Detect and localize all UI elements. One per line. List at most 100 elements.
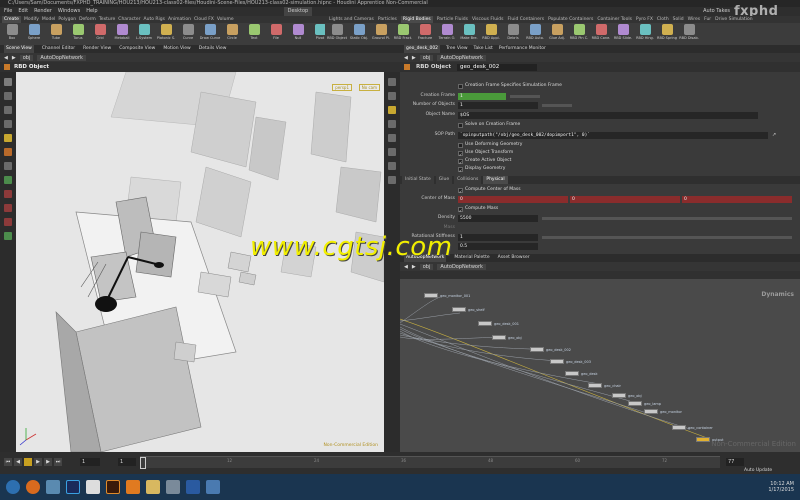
rot-stiffness-slider[interactable] [542, 235, 792, 239]
folder-icon[interactable] [146, 480, 160, 494]
snap-tool-icon[interactable] [4, 190, 12, 198]
wireframe-icon[interactable] [388, 120, 396, 128]
tab-param-node[interactable]: geo_desk_002 [404, 45, 441, 53]
com-z-field[interactable]: 0 [682, 195, 792, 203]
rbd-tool-3[interactable]: RBD Fract. [393, 24, 413, 44]
tab-performance-monitor[interactable]: Performance Monitor [499, 45, 546, 53]
network-node[interactable]: geo_container [672, 425, 713, 430]
auto-update-toggle[interactable]: Auto Update [744, 468, 772, 473]
param-forward-arrow-icon[interactable]: ▶ [412, 55, 416, 61]
shelf-tab-wires[interactable]: Wires [688, 16, 700, 23]
network-node[interactable]: geo_shelf [452, 307, 485, 312]
tab-details-view[interactable]: Details View [199, 45, 227, 53]
sop-path-field[interactable]: `opinputpath("/obj/geo_desk_002/dopimpor… [458, 131, 768, 139]
param-path-obj[interactable]: obj [419, 54, 434, 61]
curve-snap-icon[interactable] [4, 232, 12, 240]
rbd-tool-5[interactable]: Terrain O. [437, 24, 457, 44]
app-icon[interactable] [166, 480, 180, 494]
shelf-tab-pyro[interactable]: Pyro FX [636, 16, 653, 23]
menu-help[interactable]: Help [86, 7, 97, 16]
display-geometry-toggle[interactable]: ✓ Display Geometry [458, 165, 505, 173]
jump-start-icon[interactable]: ⏮ [4, 458, 12, 466]
lighting-icon[interactable] [388, 106, 396, 114]
tab-composite-view[interactable]: Composite View [119, 45, 155, 53]
tab-channel-editor[interactable]: Channel Editor [42, 45, 75, 53]
rbd-tool-1[interactable]: Static Obj. [349, 24, 369, 44]
shelf-tab-cloud-fx[interactable]: Cloud FX [194, 16, 214, 23]
end-frame-field[interactable]: 77 [726, 458, 744, 466]
subtab-physical[interactable]: Physical [483, 176, 508, 184]
rbd-tool-11[interactable]: RBD Pin C. [569, 24, 589, 44]
create-tool-9[interactable]: Draw Curve [200, 24, 220, 44]
desktop-selector[interactable]: Desktop [283, 7, 313, 16]
menu-render[interactable]: Render [34, 7, 52, 16]
node-name-field[interactable]: geo_desk_002 [457, 63, 538, 71]
rbd-tool-7[interactable]: RBD Appl. [481, 24, 501, 44]
use-deforming-toggle[interactable]: Use Deforming Geometry [458, 141, 522, 149]
start-frame-field[interactable]: 1 [118, 458, 136, 466]
network-node[interactable]: geo_monitor [644, 409, 682, 414]
subtab-collisions[interactable]: Collisions [454, 176, 482, 184]
num-objects-slider[interactable] [542, 103, 572, 107]
param-path-autodopnetwork[interactable]: AutoDopNetwork [437, 54, 486, 61]
timeline-track[interactable]: 12 24 36 48 60 72 [140, 456, 720, 469]
rot-stiffness-field[interactable]: 1 [458, 233, 538, 241]
network-node[interactable]: geo_desk_002 [530, 347, 571, 352]
shelf-tab-particle-fluids[interactable]: Particle Fluids [437, 16, 468, 23]
view-tool-icon[interactable] [4, 162, 12, 170]
create-tool-6[interactable]: L-System [134, 24, 154, 44]
shelf-tab-fur[interactable]: Fur [704, 16, 711, 23]
subtab-glue[interactable]: Glue [435, 176, 453, 184]
shelf-tab-solid[interactable]: Solid [673, 16, 684, 23]
shelf-tab-create[interactable]: Create [2, 16, 21, 23]
move-tool-icon[interactable] [4, 92, 12, 100]
com-x-field[interactable]: 0 [458, 195, 568, 203]
shelf-tab-model[interactable]: Model [42, 16, 56, 23]
num-objects-field[interactable]: 1 [458, 101, 538, 109]
shelf-tab-polygon[interactable]: Polygon [58, 16, 76, 23]
shelf-tab-drive-sim[interactable]: Drive Simulation [715, 16, 752, 23]
photoshop-icon[interactable] [66, 480, 80, 494]
rbd-tool-12[interactable]: RBD Cone. [591, 24, 611, 44]
backface-icon[interactable] [388, 148, 396, 156]
create-tool-13[interactable]: Null [288, 24, 308, 44]
net-path-autodopnetwork[interactable]: AutoDopNetwork [437, 263, 486, 270]
shelf-tab-particles[interactable]: Particles [378, 16, 397, 23]
system-clock[interactable]: 10:12 AM 1/17/2015 [768, 481, 794, 493]
create-active-toggle[interactable]: ✓ Create Active Object [458, 157, 511, 165]
display-options-icon[interactable] [388, 78, 396, 86]
back-arrow-icon[interactable]: ◀ [4, 55, 8, 61]
template-icon[interactable] [388, 162, 396, 170]
rbd-tool-2[interactable]: Ground Pl. [371, 24, 391, 44]
create-tool-1[interactable]: Sphere [24, 24, 44, 44]
guides-icon[interactable] [388, 176, 396, 184]
shelf-tab-cloth[interactable]: Cloth [657, 16, 669, 23]
firefox-icon[interactable] [26, 480, 40, 494]
shelf-tab-texture[interactable]: Texture [99, 16, 115, 23]
net-forward-arrow-icon[interactable]: ▶ [412, 264, 416, 270]
creation-frame-field[interactable]: 1 [458, 92, 506, 100]
point-snap-icon[interactable] [4, 218, 12, 226]
network-node[interactable]: geo_chair [588, 383, 621, 388]
create-tool-4[interactable]: Grid [90, 24, 110, 44]
rbd-tool-9[interactable]: RBD Auto. [525, 24, 545, 44]
shelf-tab-deform[interactable]: Deform [79, 16, 96, 23]
shelf-tab-container-tools[interactable]: Container Tools [597, 16, 632, 23]
rbd-tool-14[interactable]: RBD Hing. [635, 24, 655, 44]
shelf-tab-auto-rigs[interactable]: Auto Rigs [144, 16, 165, 23]
camera-menu[interactable]: persp1 [332, 84, 352, 91]
creation-frame-slider[interactable] [510, 94, 540, 98]
ghost-icon[interactable] [388, 92, 396, 100]
com-y-field[interactable]: 0 [570, 195, 680, 203]
tab-asset-browser[interactable]: Asset Browser [498, 254, 530, 262]
rbd-tool-13[interactable]: RBD Slide. [613, 24, 633, 44]
menu-edit[interactable]: Edit [18, 7, 28, 16]
shelf-tab-viscous-fluids[interactable]: Viscous Fluids [472, 16, 504, 23]
create-tool-8[interactable]: Curve [178, 24, 198, 44]
creation-frame-specifies-toggle[interactable]: Creation Frame Specifies Simulation Fram… [458, 82, 562, 90]
play-icon[interactable]: ▶ [34, 458, 42, 466]
scale-tool-icon[interactable] [4, 120, 12, 128]
object-name-field[interactable]: $OS [458, 111, 758, 119]
cam-menu[interactable]: No cam [358, 84, 380, 91]
browser-icon[interactable] [206, 480, 220, 494]
